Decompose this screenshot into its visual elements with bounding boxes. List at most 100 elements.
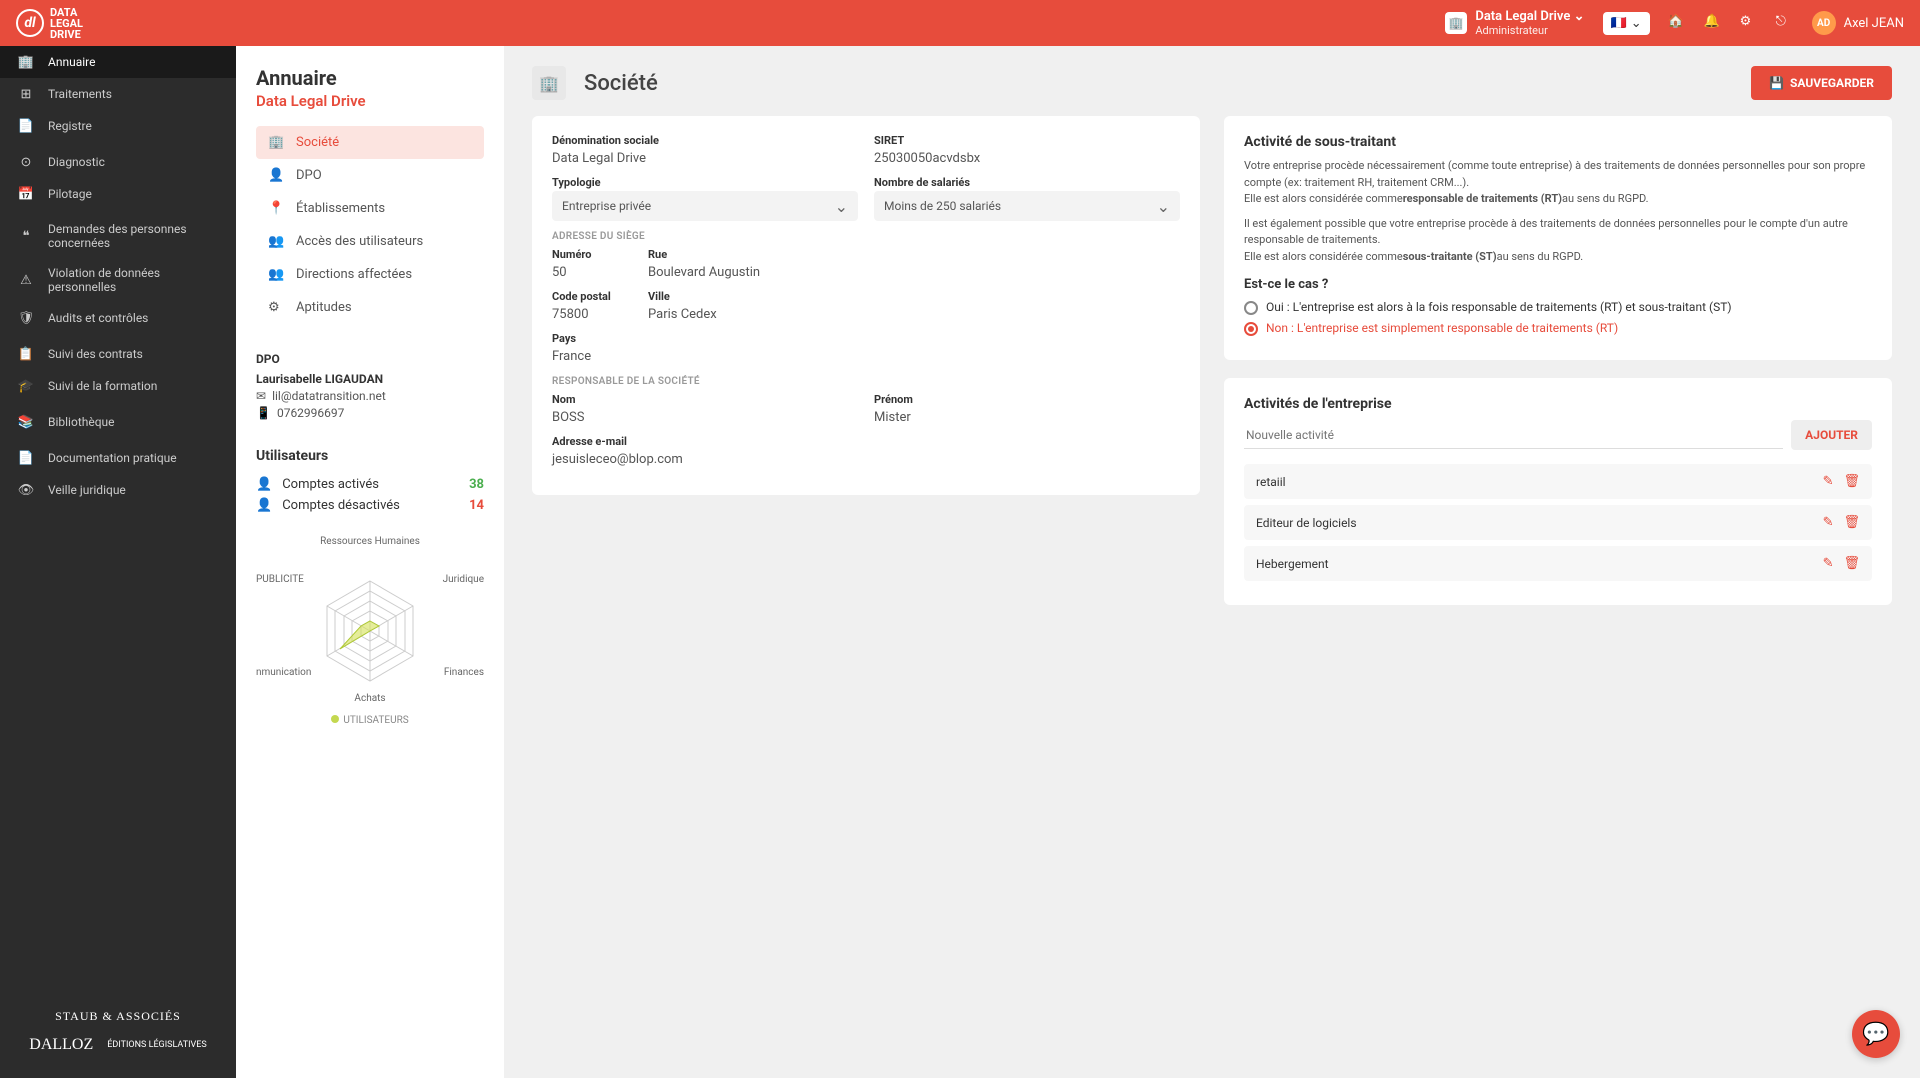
main-sidebar: 🏢Annuaire⊞Traitements 📄 Registre ⊙Diagnosti… — [0, 46, 236, 1078]
field-label: Code postal — [552, 290, 632, 303]
radio-label: Oui : L'entreprise est alors à la fois r… — [1266, 300, 1732, 314]
nav-item[interactable]: 🛡 Audits et contrôles — [0, 302, 236, 334]
nav-label: Violation de données personnelles — [48, 266, 218, 294]
activities-card: Activités de l'entreprise AJOUTER retaii… — [1224, 378, 1892, 605]
add-activity-button[interactable]: AJOUTER — [1791, 420, 1872, 450]
edit-icon[interactable]: ✎ — [1823, 474, 1834, 489]
field-value[interactable]: Mister — [874, 408, 1180, 427]
nav-icon: 👁 — [18, 482, 34, 498]
dpo-phone: 0762996697 — [277, 406, 344, 420]
brand-logo: dl DATA LEGAL DRIVE — [16, 7, 83, 40]
card-title: Activités de l'entreprise — [1244, 396, 1872, 412]
field-value[interactable]: Data Legal Drive — [552, 149, 858, 168]
field-label: Nombre de salariés — [874, 176, 1180, 189]
sub-nav-item[interactable]: 🏢Société — [256, 126, 484, 159]
delete-icon[interactable]: 🗑 — [1843, 556, 1860, 571]
radar-axis-label: Ressources Humaines — [320, 536, 420, 547]
nav-item[interactable]: ⚠Violation de données personnelles — [0, 258, 236, 302]
sub-nav-item[interactable]: 👥Accès des utilisateurs — [256, 225, 484, 258]
sponsor: STAUB & ASSOCIÉS — [12, 1009, 224, 1024]
sub-nav-label: Aptitudes — [296, 300, 352, 315]
user-name: Axel JEAN — [1844, 16, 1904, 31]
nav-label: Registre — [48, 119, 92, 133]
nav-icon: 📄 — [18, 118, 34, 134]
nav-label: Bibliothèque — [48, 415, 115, 429]
exit-icon[interactable]: ⎋ — [1776, 14, 1794, 32]
edit-icon[interactable]: ✎ — [1823, 556, 1834, 571]
user-inactive-icon: 👤 — [256, 498, 272, 513]
new-activity-input[interactable] — [1244, 422, 1783, 449]
field-value[interactable]: Boulevard Augustin — [648, 263, 1180, 282]
nav-item[interactable]: 📚Bibliothèque — [0, 406, 236, 438]
email-icon: ✉ — [256, 389, 266, 403]
nav-item[interactable]: 👁 Veille juridique — [0, 474, 236, 506]
user-avatar[interactable]: AD — [1812, 11, 1836, 35]
user-active-icon: 👤 — [256, 477, 272, 492]
nav-label: Traitements — [48, 87, 112, 101]
nav-label: Audits et contrôles — [48, 311, 148, 325]
sponsor: DALLOZ — [29, 1036, 93, 1054]
field-value[interactable]: BOSS — [552, 408, 858, 427]
delete-icon[interactable]: 🗑 — [1843, 515, 1860, 530]
org-selector[interactable]: Data Legal Drive ⌄ Administrateur — [1475, 9, 1584, 38]
section-label: RESPONSABLE DE LA SOCIÉTÉ — [552, 376, 1180, 387]
brand-text: DRIVE — [50, 29, 83, 40]
field-value[interactable]: jesuisleceo@blop.com — [552, 450, 1180, 469]
edit-icon[interactable]: ✎ — [1823, 515, 1834, 530]
brand-icon: dl — [16, 9, 44, 37]
delete-icon[interactable]: 🗑 — [1843, 474, 1860, 489]
radar-axis-label: nmunication — [256, 667, 311, 678]
sub-nav-item[interactable]: ⚙Aptitudes — [256, 291, 484, 324]
gear-icon[interactable]: ⚙ — [1740, 14, 1758, 32]
field-label: SIRET — [874, 134, 1180, 147]
users-activated-label: Comptes activés — [282, 477, 379, 492]
info-text: sous-traitante (ST) — [1403, 250, 1497, 263]
nav-icon: 🎓 — [18, 378, 34, 394]
nav-item[interactable]: ❝Demandes des personnes concernées — [0, 214, 236, 258]
chat-fab[interactable]: 💬 — [1852, 1010, 1900, 1058]
phone-icon: 📱 — [256, 406, 271, 420]
field-value[interactable]: France — [552, 347, 1180, 366]
org-badge-icon: 🏢 — [1445, 12, 1467, 34]
nav-item[interactable]: ⊞Traitements — [0, 78, 236, 110]
save-button[interactable]: 💾SAUVEGARDER — [1751, 66, 1892, 100]
employees-select[interactable]: Moins de 250 salariés — [874, 191, 1180, 221]
field-value[interactable]: 50 — [552, 263, 632, 282]
users-title: Utilisateurs — [256, 448, 484, 464]
sub-nav-item[interactable]: 👤DPO — [256, 159, 484, 192]
language-selector[interactable]: 🇫🇷 ⌄ — [1603, 12, 1650, 35]
nav-item[interactable]: 📄Documentation pratique — [0, 442, 236, 474]
field-value[interactable]: Paris Cedex — [648, 305, 1180, 324]
home-icon[interactable]: 🏠 — [1668, 14, 1686, 32]
radio-option-yes[interactable]: Oui : L'entreprise est alors à la fois r… — [1244, 300, 1872, 315]
sub-nav-item[interactable]: 📍Établissements — [256, 192, 484, 225]
nav-label: Veille juridique — [48, 483, 126, 497]
nav-item[interactable]: 🏢Annuaire — [0, 46, 236, 78]
typologie-select[interactable]: Entreprise privée — [552, 191, 858, 221]
nav-icon: 🛡 — [18, 310, 34, 326]
field-value[interactable]: 75800 — [552, 305, 632, 324]
radio-label: Non : L'entreprise est simplement respon… — [1266, 321, 1618, 335]
nav-item[interactable]: 🎓Suivi de la formation — [0, 370, 236, 402]
activity-row: Editeur de logiciels✎🗑 — [1244, 505, 1872, 540]
sub-nav-item[interactable]: 👥Directions affectées — [256, 258, 484, 291]
radar-axis-label: Achats — [354, 693, 385, 704]
nav-label: Diagnostic — [48, 155, 105, 169]
sub-nav-label: Société — [296, 135, 339, 150]
nav-item[interactable]: 📋Suivi des contrats — [0, 338, 236, 370]
field-label: Pays — [552, 332, 1180, 345]
nav-item[interactable]: 📅Pilotage — [0, 178, 236, 210]
nav-item[interactable]: 📄 Registre — [0, 110, 236, 142]
nav-item[interactable]: ⊙Diagnostic — [0, 146, 236, 178]
sub-nav-icon: 👥 — [268, 234, 284, 249]
nav-icon: 📄 — [18, 450, 34, 466]
bell-icon[interactable]: 🔔 — [1704, 14, 1722, 32]
field-value[interactable]: 25030050acvdsbx — [874, 149, 1180, 168]
info-text: Votre entreprise procède nécessairement … — [1244, 159, 1865, 189]
building-icon: 🏢 — [532, 66, 566, 100]
radar-axis-label: Finances — [444, 667, 484, 678]
chevron-down-icon: ⌄ — [1631, 16, 1642, 31]
radio-option-no[interactable]: Non : L'entreprise est simplement respon… — [1244, 321, 1872, 336]
sub-nav-icon: 👤 — [268, 168, 284, 183]
dpo-name: Laurisabelle LIGAUDAN — [256, 372, 484, 386]
